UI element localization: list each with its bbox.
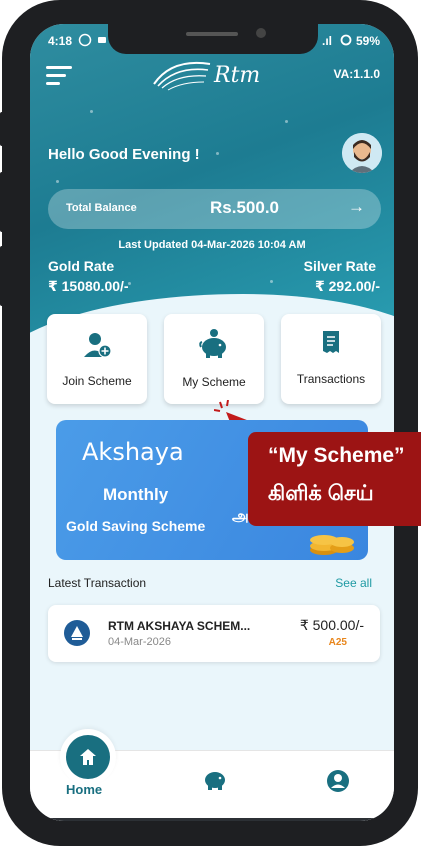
battery-percent: 59% <box>356 34 381 48</box>
add-user-icon <box>47 332 147 358</box>
phone-side-button <box>0 112 6 146</box>
status-time: 4:18 <box>48 34 73 48</box>
my-scheme-button[interactable]: My Scheme <box>164 314 264 404</box>
gold-rate-value: ₹ 15080.00/- <box>48 278 129 294</box>
decor-dot <box>285 120 288 123</box>
home-icon <box>66 735 110 779</box>
notification-icon <box>98 37 106 43</box>
callout-line-2: கிளிக் செய் <box>268 482 374 505</box>
gold-coins-icon <box>306 520 356 560</box>
transaction-amount: ₹ 500.00/- <box>299 617 364 633</box>
app-version: VA:1.1.0 <box>333 67 380 81</box>
battery-icon <box>340 34 352 49</box>
rtm-logo: Rtm <box>148 56 278 96</box>
tutorial-callout: “My Scheme” கிளிக் செய் <box>248 432 421 526</box>
avatar[interactable] <box>342 133 382 173</box>
greeting-text: Hello Good Evening ! <box>48 146 200 163</box>
transaction-date: 04-Mar-2026 <box>108 636 171 648</box>
system-nav-bar <box>32 818 392 821</box>
logo-text: Rtm <box>214 63 261 88</box>
transaction-name: RTM AKSHAYA SCHEM... <box>108 619 251 633</box>
gold-rate-label: Gold Rate <box>48 258 115 274</box>
transaction-row[interactable]: RTM AKSHAYA SCHEM... 04-Mar-2026 ₹ 500.0… <box>48 605 380 662</box>
receipt-icon <box>281 330 381 356</box>
decor-dot <box>270 280 273 283</box>
banner-subtitle: Monthly <box>103 485 169 504</box>
transactions-label: Transactions <box>296 372 366 386</box>
piggy-bank-icon[interactable] <box>202 769 228 796</box>
total-balance-button[interactable]: Total Balance Rs.500.0 → <box>48 189 381 229</box>
menu-icon[interactable] <box>46 66 74 86</box>
join-scheme-label: Join Scheme <box>62 374 132 388</box>
decor-dot <box>216 152 219 155</box>
join-scheme-button[interactable]: Join Scheme <box>47 314 147 404</box>
banner-scheme-name: Gold Saving Scheme <box>66 518 206 534</box>
app-screen: 4:18 .ıl 59% Rtm VA:1.1.0 Hello Good Eve… <box>30 24 394 821</box>
scheme-logo-icon <box>64 620 90 646</box>
last-updated-text: Last Updated 04-Mar-2026 10:04 AM <box>118 239 306 251</box>
silver-rate-value: ₹ 292.00/- <box>314 278 380 294</box>
banner-title: Akshaya <box>82 438 184 466</box>
whatsapp-icon <box>78 33 92 50</box>
phone-side-button <box>0 172 6 232</box>
latest-transaction-title: Latest Transaction <box>48 576 147 590</box>
profile-icon[interactable] <box>326 769 350 798</box>
callout-line-1: “My Scheme” <box>268 444 405 467</box>
see-all-link[interactable]: See all <box>335 576 372 590</box>
decor-dot <box>90 110 93 113</box>
decor-dot <box>56 180 59 183</box>
transaction-code: A25 <box>328 637 347 648</box>
home-tab-label[interactable]: Home <box>66 782 102 797</box>
bottom-navigation: Home <box>30 729 394 821</box>
my-scheme-label: My Scheme <box>182 375 246 389</box>
signal-icon: .ıl <box>322 34 333 48</box>
silver-rate-label: Silver Rate <box>303 258 376 274</box>
transactions-button[interactable]: Transactions <box>281 314 381 404</box>
balance-label: Total Balance <box>66 202 137 214</box>
piggy-bank-icon <box>164 328 264 358</box>
arrow-right-icon: → <box>348 197 365 216</box>
home-tab[interactable] <box>60 729 116 785</box>
camera-notch <box>108 24 318 54</box>
balance-value: Rs.500.0 <box>210 198 279 217</box>
phone-side-button <box>0 246 6 306</box>
